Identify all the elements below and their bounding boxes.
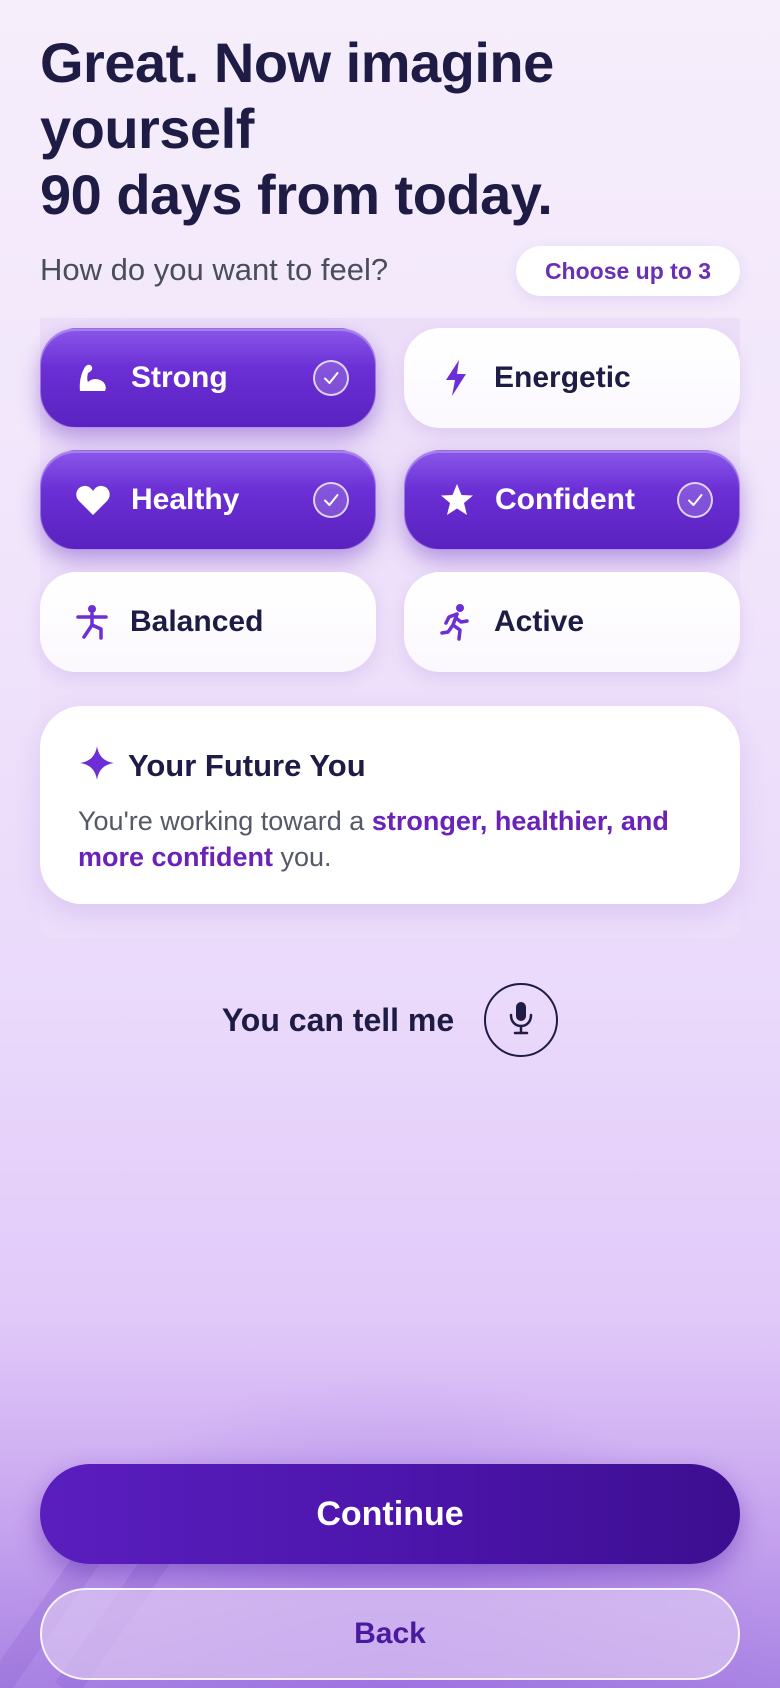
option-label: Strong [131, 361, 228, 394]
option-label: Confident [495, 483, 635, 516]
future-you-card: Your Future You You're working toward a … [40, 706, 740, 904]
voice-label: You can tell me [221, 1001, 455, 1038]
title-line-1: Great. Now imagine [40, 31, 554, 94]
future-card-header: Your Future You [78, 744, 702, 787]
checkmark-icon [313, 360, 349, 396]
sparkle-icon [78, 744, 116, 787]
option-strong[interactable]: Strong [40, 328, 376, 428]
running-person-icon [436, 602, 476, 642]
option-label: Healthy [131, 483, 240, 516]
page-title: Great. Now imagine yourself 90 days from… [40, 30, 600, 228]
flexed-arm-icon [73, 358, 113, 398]
continue-button[interactable]: Continue [40, 1464, 740, 1564]
microphone-icon [508, 1000, 534, 1041]
title-line-2: yourself [40, 97, 254, 160]
back-button[interactable]: Back [40, 1588, 740, 1680]
lightning-bolt-icon [436, 358, 476, 398]
future-card-text: You're working toward a stronger, health… [78, 803, 702, 875]
choose-limit-badge: Choose up to 3 [516, 246, 740, 296]
option-label: Energetic [494, 361, 631, 394]
checkmark-icon [677, 482, 713, 518]
option-energetic[interactable]: Energetic [404, 328, 740, 428]
checkmark-icon [313, 482, 349, 518]
microphone-button[interactable] [484, 983, 559, 1057]
heart-icon [73, 480, 113, 520]
feel-question: How do you want to feel? [40, 252, 389, 287]
title-line-3: 90 days from today. [40, 163, 553, 226]
voice-input-row: You can tell me [0, 982, 780, 1058]
option-healthy[interactable]: Healthy [40, 450, 376, 550]
option-label: Active [494, 605, 585, 638]
future-card-title: Your Future You [128, 747, 366, 783]
yoga-pose-icon [72, 602, 112, 642]
future-text-before: You're working toward a [78, 806, 372, 836]
option-active[interactable]: Active [404, 572, 740, 672]
option-balanced[interactable]: Balanced [40, 572, 376, 672]
future-text-after: you. [273, 842, 332, 872]
option-confident[interactable]: Confident [404, 450, 740, 550]
option-label: Balanced [130, 605, 264, 638]
star-icon [437, 480, 477, 520]
